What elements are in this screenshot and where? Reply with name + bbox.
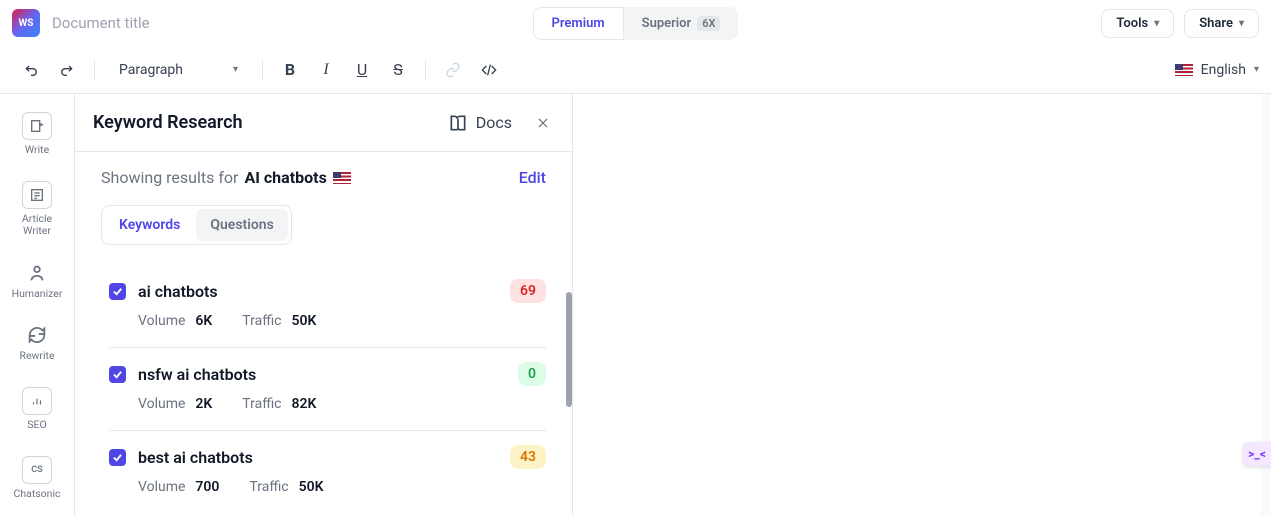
paragraph-style-select[interactable]: Paragraph ▾ [109, 58, 248, 82]
check-icon [112, 452, 123, 463]
traffic-value: 50K [299, 479, 324, 495]
code-button[interactable] [476, 57, 502, 83]
volume-value: 2K [195, 396, 212, 412]
separator [425, 59, 426, 81]
rail-label: Chatsonic [13, 488, 60, 501]
traffic-label: Traffic [242, 396, 281, 412]
keyword-name: ai chatbots [138, 282, 498, 301]
chatsonic-icon: CS [22, 456, 52, 484]
kw-tabs: Keywords Questions [101, 205, 292, 245]
write-icon [22, 112, 52, 140]
edit-link[interactable]: Edit [519, 168, 546, 187]
chevron-down-icon: ▾ [1154, 18, 1159, 29]
rail-humanizer[interactable]: Humanizer [12, 262, 63, 301]
underline-button[interactable]: U [349, 57, 375, 83]
keyword-row: nsfw ai chatbots 0 Volume 2K Traffic 82K [109, 348, 546, 431]
check-icon [112, 369, 123, 380]
rail-label: Article Writer [22, 213, 52, 238]
rail-label: Write [25, 144, 49, 157]
keyword-row: best ai chatbots 43 Volume 700 Traffic 5… [109, 431, 546, 513]
tools-button[interactable]: Tools ▾ [1101, 9, 1174, 38]
italic-button[interactable]: I [313, 57, 339, 83]
separator [262, 59, 263, 81]
chevron-down-icon: ▾ [1254, 64, 1259, 75]
rail-write[interactable]: Write [22, 112, 52, 157]
rail-label: SEO [27, 419, 46, 432]
seo-icon [22, 387, 52, 415]
article-icon [22, 181, 52, 209]
undo-button[interactable] [18, 57, 44, 83]
keyword-checkbox[interactable] [109, 366, 126, 383]
check-icon [112, 286, 123, 297]
humanizer-icon [26, 262, 48, 284]
results-prefix: Showing results for [101, 168, 238, 187]
left-rail: Write Article Writer Humanizer Rewrite S… [0, 94, 75, 516]
floating-widget[interactable]: >_< [1243, 442, 1271, 466]
chevron-down-icon: ▾ [233, 64, 238, 75]
superior-label: Superior [642, 16, 692, 31]
keyword-list: ai chatbots 69 Volume 6K Traffic 50K [75, 245, 572, 513]
panel-title: Keyword Research [93, 112, 436, 133]
rail-seo[interactable]: SEO [22, 387, 52, 432]
docs-label: Docs [476, 113, 512, 132]
volume-value: 700 [195, 479, 219, 495]
language-select[interactable]: English ▾ [1175, 62, 1259, 78]
rail-chatsonic[interactable]: CS Chatsonic [13, 456, 60, 501]
tab-questions[interactable]: Questions [196, 209, 287, 241]
traffic-value: 82K [292, 396, 317, 412]
volume-label: Volume [138, 479, 185, 495]
keyword-name: nsfw ai chatbots [138, 365, 506, 384]
chevron-down-icon: ▾ [1239, 18, 1244, 29]
tools-label: Tools [1116, 16, 1148, 31]
flag-us-icon [1175, 64, 1193, 76]
tab-keywords[interactable]: Keywords [105, 209, 194, 241]
separator [94, 59, 95, 81]
style-label: Paragraph [119, 62, 183, 78]
redo-button[interactable] [54, 57, 80, 83]
editor-canvas[interactable] [573, 94, 1271, 516]
keyword-checkbox[interactable] [109, 283, 126, 300]
docs-link[interactable]: Docs [448, 113, 512, 133]
link-button[interactable] [440, 57, 466, 83]
language-label: English [1201, 62, 1246, 78]
keyword-name: best ai chatbots [138, 448, 498, 467]
share-label: Share [1199, 16, 1233, 31]
share-button[interactable]: Share ▾ [1184, 9, 1259, 38]
rewrite-icon [26, 324, 48, 346]
panel-scrollbar[interactable] [566, 292, 572, 407]
difficulty-badge: 43 [510, 445, 546, 469]
superior-badge: 6X [697, 16, 720, 31]
book-icon [448, 113, 468, 133]
rail-label: Humanizer [12, 288, 63, 301]
rail-label: Rewrite [19, 350, 54, 363]
rail-article-writer[interactable]: Article Writer [22, 181, 52, 238]
difficulty-badge: 69 [510, 279, 546, 303]
rail-rewrite[interactable]: Rewrite [19, 324, 54, 363]
close-button[interactable] [532, 112, 554, 134]
superior-tab[interactable]: Superior 6X [624, 7, 739, 40]
keyword-checkbox[interactable] [109, 449, 126, 466]
strikethrough-button[interactable]: S [385, 57, 411, 83]
traffic-label: Traffic [249, 479, 288, 495]
plan-toggle: Premium Superior 6X [533, 7, 739, 40]
keyword-research-panel: Keyword Research Docs Showing results fo… [75, 94, 573, 516]
keyword-row: ai chatbots 69 Volume 6K Traffic 50K [109, 265, 546, 348]
bold-button[interactable]: B [277, 57, 303, 83]
premium-tab[interactable]: Premium [533, 7, 624, 40]
traffic-value: 50K [292, 313, 317, 329]
volume-label: Volume [138, 396, 185, 412]
difficulty-badge: 0 [518, 362, 546, 386]
results-query: AI chatbots [244, 168, 326, 187]
close-icon [536, 116, 550, 130]
volume-label: Volume [138, 313, 185, 329]
app-logo[interactable]: WS [12, 9, 40, 37]
volume-value: 6K [195, 313, 212, 329]
document-title[interactable]: Document title [52, 14, 150, 32]
traffic-label: Traffic [242, 313, 281, 329]
flag-us-icon [333, 172, 351, 184]
